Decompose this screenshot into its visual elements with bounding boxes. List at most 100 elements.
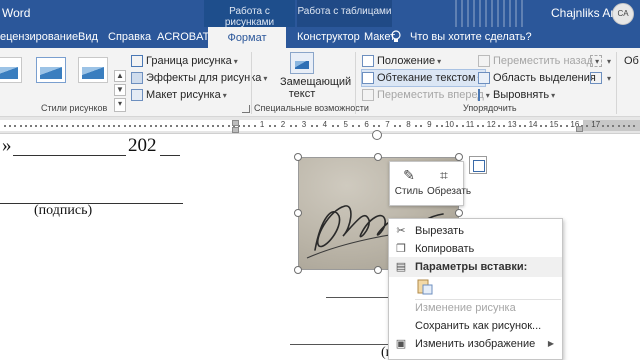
layout-options-icon[interactable] xyxy=(469,156,487,174)
ruler-tick xyxy=(217,125,220,127)
lightbulb-icon xyxy=(391,30,401,42)
gallery-up-icon[interactable]: ▲ xyxy=(114,70,126,82)
ruler-tick xyxy=(602,125,604,127)
tab-acrobat[interactable]: ACROBAT xyxy=(157,27,209,48)
mini-crop-button[interactable]: ⌗ Обрезать xyxy=(427,168,471,198)
scissors-icon: ✂ xyxy=(396,225,406,237)
ruler-tick xyxy=(331,125,334,127)
doc-year: 202 xyxy=(128,135,157,156)
ruler-tick xyxy=(628,125,630,127)
align-button[interactable]: Выровнять ▾ xyxy=(478,87,555,103)
picture-style-preview xyxy=(40,67,62,79)
send-backward-button[interactable]: Переместить назад ▾ xyxy=(478,53,599,69)
ruler-tick xyxy=(56,125,58,127)
mini-crop-label: Обрезать xyxy=(427,186,472,197)
avatar-initials: CA xyxy=(617,9,629,18)
resize-handle[interactable] xyxy=(455,209,463,217)
gallery-more-icon[interactable]: ▾ xyxy=(114,98,126,112)
ribbon-separator xyxy=(616,52,617,114)
menu-item-edit-image-label: Изменить изображение xyxy=(415,338,536,350)
picture-layout-button[interactable]: Макет рисунка ▾ xyxy=(131,87,227,103)
ruler-number: 10 xyxy=(445,120,454,129)
ruler-indent-marker[interactable] xyxy=(232,127,239,133)
wrap-text-label: Обтекание текстом xyxy=(377,72,476,84)
copy-icon: ❐ xyxy=(396,243,406,255)
position-icon xyxy=(362,55,374,68)
tell-me-search[interactable]: Что вы хотите сделать? xyxy=(391,27,532,48)
ruler-tick xyxy=(82,125,84,127)
ruler-tick xyxy=(222,125,225,127)
picture-border-icon xyxy=(131,55,143,68)
ruler-tick xyxy=(30,125,32,127)
ruler-tick xyxy=(149,125,152,127)
ruler-tick xyxy=(633,125,636,127)
rotate-handle[interactable] xyxy=(372,130,382,140)
tab-help[interactable]: Справка xyxy=(108,27,151,48)
menu-item-copy[interactable]: ❐ Копировать xyxy=(389,239,562,259)
menu-item-save-as-picture[interactable]: Сохранить как рисунок... xyxy=(389,316,562,336)
picture-style-thumb[interactable] xyxy=(36,57,66,83)
avatar-icon[interactable]: CA xyxy=(612,3,634,25)
menu-item-change-picture[interactable]: Изменение рисунка xyxy=(389,298,562,318)
chevron-down-icon: ▾ xyxy=(233,57,238,66)
wrap-text-button[interactable]: Обтекание текстом▾ xyxy=(361,69,486,87)
position-label: Положение xyxy=(377,55,436,67)
doc-underline xyxy=(13,155,126,156)
picture-style-thumb[interactable] xyxy=(78,57,108,83)
menu-item-cut[interactable]: ✂ Вырезать xyxy=(389,221,562,241)
picture-effects-button[interactable]: Эффекты для рисунка ▾ xyxy=(131,70,267,86)
ruler-number: 17 xyxy=(591,120,601,129)
ruler-tick xyxy=(414,125,417,127)
ruler-tick xyxy=(196,125,199,127)
gallery-down-icon[interactable]: ▼ xyxy=(114,84,126,96)
selection-pane-button[interactable]: Область выделения xyxy=(478,70,596,86)
resize-handle[interactable] xyxy=(294,153,302,161)
alt-text-button[interactable]: Замещающий текст xyxy=(280,52,351,100)
ruler-tick xyxy=(35,125,38,127)
resize-handle[interactable] xyxy=(294,209,302,217)
ruler-indent-marker[interactable] xyxy=(232,120,239,126)
bring-forward-label: Переместить вперед xyxy=(377,89,484,101)
tab-review[interactable]: ецензирование xyxy=(0,27,78,48)
ruler-tick xyxy=(191,125,194,127)
ruler-tick xyxy=(612,125,615,127)
ruler-tick xyxy=(134,125,136,127)
menu-paste-options-header: ▤ Параметры вставки: xyxy=(389,257,562,277)
picture-style-thumb[interactable] xyxy=(0,57,22,83)
picture-border-button[interactable]: Граница рисунка ▾ xyxy=(131,53,238,69)
ruler-tick xyxy=(206,125,209,127)
tab-view[interactable]: Вид xyxy=(78,27,98,48)
mini-style-button[interactable]: ✎ Стиль xyxy=(392,168,426,198)
align-label: Выровнять xyxy=(493,89,550,101)
resize-handle[interactable] xyxy=(455,153,463,161)
selection-pane-icon xyxy=(478,72,490,85)
edit-image-icon: ▣ xyxy=(395,338,407,350)
ruler-tick xyxy=(482,125,485,127)
ruler-tick xyxy=(253,125,256,127)
bring-forward-button[interactable]: Переместить вперед ▾ xyxy=(362,87,490,103)
ruler-tick xyxy=(66,125,69,127)
dialog-launcher-icon[interactable] xyxy=(242,105,250,113)
picture-layout-icon xyxy=(131,89,143,102)
size-group-fragment[interactable]: Об xyxy=(624,53,639,69)
menu-item-edit-image[interactable]: ▣ Изменить изображение ▶ xyxy=(389,334,562,354)
ruler-tick xyxy=(128,125,131,127)
position-button[interactable]: Положение ▾ xyxy=(362,53,441,69)
horizontal-ruler[interactable]: 1 2 3 4 5 6 7 8 9 10 11 12 13 14 15 16 17 xyxy=(0,117,640,134)
ruler-number: 8 xyxy=(406,120,411,129)
ruler-right-indent-marker[interactable] xyxy=(576,126,583,132)
ribbon-format: ▲ ▼ ▾ Граница рисунка ▾ Эффекты для рисун… xyxy=(0,48,640,117)
app-title: Word xyxy=(2,6,31,20)
resize-handle[interactable] xyxy=(374,153,382,161)
ruler-tick xyxy=(316,125,318,127)
paste-picture-icon[interactable] xyxy=(415,277,435,297)
tab-design[interactable]: Конструктор xyxy=(297,27,360,48)
ruler-tick xyxy=(269,125,272,127)
tab-format[interactable]: Формат xyxy=(208,27,286,48)
rotate-objects-icon[interactable]: ▾ xyxy=(590,70,611,86)
resize-handle[interactable] xyxy=(294,266,302,274)
group-objects-icon[interactable]: ▾ xyxy=(590,53,611,69)
resize-handle[interactable] xyxy=(374,266,382,274)
alt-text-label-line2: текст xyxy=(288,88,316,100)
ruler-tick xyxy=(544,125,547,127)
